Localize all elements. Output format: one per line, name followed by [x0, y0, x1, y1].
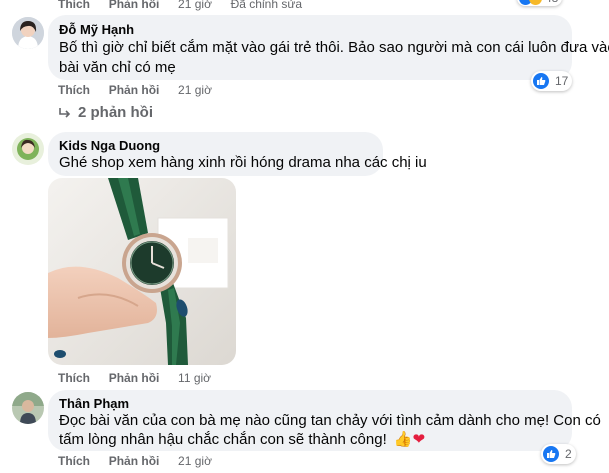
thumbs-up-heart-emoji: 👍❤ — [393, 431, 426, 448]
comment-author[interactable]: Đỗ Mỹ Hạnh — [59, 22, 134, 37]
comment-time[interactable]: 21 giờ — [178, 0, 212, 11]
reaction-summary[interactable]: 48 — [517, 0, 563, 6]
edited-label: Đã chỉnh sửa — [230, 0, 303, 11]
reaction-count: 48 — [545, 0, 558, 5]
comment-actions: Thích Phản hồi 21 giờ — [58, 83, 212, 97]
profile-photo-icon — [12, 17, 44, 49]
replies-count-label: 2 phản hồi — [78, 104, 153, 121]
reply-button[interactable]: Phản hồi — [109, 371, 160, 385]
comment-bubble: Kids Nga Duong Ghé shop xem hàng xinh rồ… — [48, 132, 427, 176]
comment-text-line: Bố thì giờ chỉ biết cắm mặt vào gái trẻ … — [59, 39, 609, 56]
reaction-count: 2 — [565, 447, 572, 461]
comment-author[interactable]: Thân Phạm — [59, 396, 129, 411]
comment-time[interactable]: 21 giờ — [178, 454, 212, 468]
reaction-summary[interactable]: 17 — [531, 71, 573, 91]
like-button[interactable]: Thích — [58, 454, 90, 468]
reply-button[interactable]: Phản hồi — [109, 83, 160, 97]
reply-button[interactable]: Phản hồi — [109, 0, 160, 11]
comment-text-line-2: tấm lòng nhân hậu chắc chắn con sẽ thành… — [59, 429, 425, 451]
comment-actions: Thích Phản hồi 11 giờ — [58, 371, 211, 385]
thumbs-up-icon — [543, 446, 559, 462]
profile-photo-icon — [12, 392, 44, 424]
avatar[interactable] — [12, 17, 44, 49]
comment-bubble: Đỗ Mỹ Hạnh Bố thì giờ chỉ biết cắm mặt v… — [48, 15, 609, 80]
comment-time[interactable]: 21 giờ — [178, 83, 212, 97]
like-button[interactable]: Thích — [58, 83, 90, 97]
reaction-summary[interactable]: 2 — [541, 444, 576, 464]
comment-photo[interactable] — [48, 178, 236, 365]
reaction-count: 17 — [555, 74, 569, 88]
comment-text: tấm lòng nhân hậu chắc chắn con sẽ thành… — [59, 431, 387, 448]
profile-photo-icon — [12, 133, 44, 165]
like-button[interactable]: Thích — [58, 0, 90, 11]
comment-time[interactable]: 11 giờ — [178, 371, 211, 385]
like-button[interactable]: Thích — [58, 371, 90, 385]
top-comment-actions: Thích Phản hồi 21 giờ Đã chỉnh sửa — [58, 0, 302, 11]
wristwatch-photo-icon — [48, 178, 236, 365]
comment-text-line: Ghé shop xem hàng xinh rồi hóng drama nh… — [59, 154, 427, 171]
reply-arrow-icon — [59, 107, 71, 118]
avatar[interactable] — [12, 392, 44, 424]
comment-text-line: bài văn chỉ có mẹ — [59, 59, 176, 76]
comment-bubble: Thân Phạm Đọc bài văn của con bà mẹ nào … — [48, 390, 601, 451]
reply-button[interactable]: Phản hồi — [109, 454, 160, 468]
haha-reaction-icon — [529, 0, 542, 5]
view-replies-link[interactable]: 2 phản hồi — [58, 104, 153, 121]
thumbs-up-icon — [533, 73, 549, 89]
avatar[interactable] — [12, 133, 44, 165]
comment-author[interactable]: Kids Nga Duong — [59, 138, 160, 153]
comment-actions: Thích Phản hồi 21 giờ — [58, 454, 212, 468]
